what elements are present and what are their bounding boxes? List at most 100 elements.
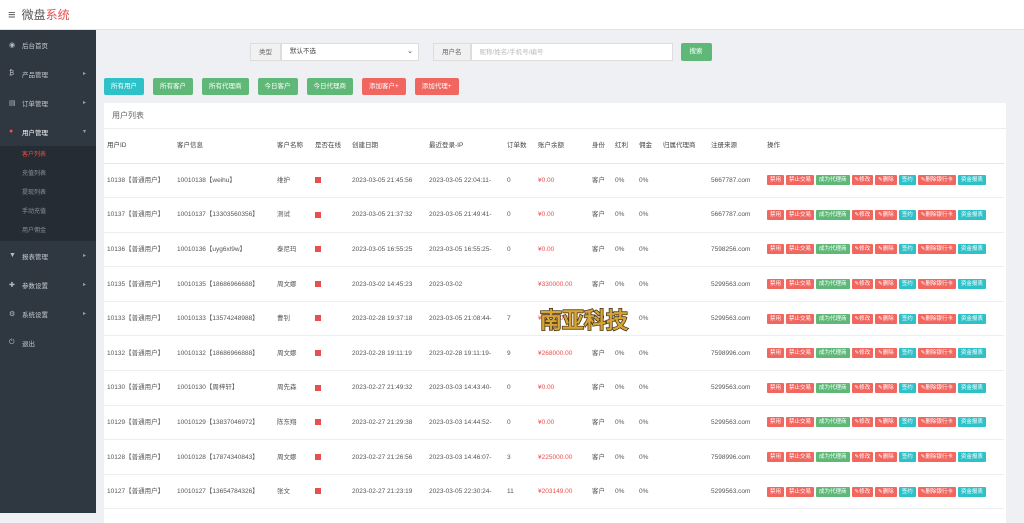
make-agent-button[interactable]: 成为代理商 bbox=[816, 175, 850, 186]
add-agent-button[interactable]: 添加代理+ bbox=[414, 78, 459, 95]
delete-button[interactable]: ✎删除 bbox=[875, 417, 897, 428]
sign-button[interactable]: 签约 bbox=[898, 279, 916, 290]
make-agent-button[interactable]: 成为代理商 bbox=[816, 382, 850, 393]
sidebar-item-users[interactable]: ● 用户管理 ▾ bbox=[0, 117, 96, 146]
filter-all-customers-button[interactable]: 所有客户 bbox=[153, 78, 193, 95]
make-agent-button[interactable]: 成为代理商 bbox=[816, 209, 850, 220]
sign-button[interactable]: 签约 bbox=[898, 348, 916, 359]
edit-button[interactable]: ✎修改 bbox=[851, 175, 874, 186]
make-agent-button[interactable]: 成为代理商 bbox=[816, 313, 850, 324]
disable-button[interactable]: 禁用 bbox=[767, 279, 785, 290]
fund-report-button[interactable]: 资金报表 bbox=[957, 209, 986, 220]
search-button[interactable]: 搜索 bbox=[680, 43, 712, 61]
disable-button[interactable]: 禁用 bbox=[767, 382, 785, 393]
edit-button[interactable]: ✎修改 bbox=[851, 209, 874, 220]
sign-button[interactable]: 签约 bbox=[898, 244, 916, 255]
forbid-trade-button[interactable]: 禁止交易 bbox=[786, 279, 815, 290]
fund-report-button[interactable]: 资金报表 bbox=[957, 313, 986, 324]
delete-button[interactable]: ✎删除 bbox=[875, 382, 897, 393]
make-agent-button[interactable]: 成为代理商 bbox=[816, 244, 850, 255]
add-customer-button[interactable]: 添加客户+ bbox=[362, 78, 406, 95]
sidebar-item-products[interactable]: ₿ 产品管理 ▸ bbox=[0, 59, 96, 88]
delete-bankcard-button[interactable]: ✎删除银行卡 bbox=[917, 244, 956, 255]
sign-button[interactable]: 签约 bbox=[898, 209, 916, 220]
forbid-trade-button[interactable]: 禁止交易 bbox=[786, 348, 815, 359]
delete-bankcard-button[interactable]: ✎删除银行卡 bbox=[917, 279, 956, 290]
delete-bankcard-button[interactable]: ✎删除银行卡 bbox=[917, 175, 956, 186]
edit-button[interactable]: ✎修改 bbox=[851, 348, 874, 359]
fund-report-button[interactable]: 资金报表 bbox=[957, 348, 986, 359]
delete-bankcard-button[interactable]: ✎删除银行卡 bbox=[917, 348, 956, 359]
delete-button[interactable]: ✎删除 bbox=[875, 209, 897, 220]
delete-bankcard-button[interactable]: ✎删除银行卡 bbox=[917, 417, 956, 428]
delete-button[interactable]: ✎删除 bbox=[875, 313, 897, 324]
fund-report-button[interactable]: 资金报表 bbox=[957, 486, 986, 497]
delete-button[interactable]: ✎删除 bbox=[875, 175, 897, 186]
filter-today-customers-button[interactable]: 今日客户 bbox=[257, 78, 298, 95]
delete-bankcard-button[interactable]: ✎删除银行卡 bbox=[917, 382, 956, 393]
delete-bankcard-button[interactable]: ✎删除银行卡 bbox=[917, 209, 956, 220]
sidebar-item-dashboard[interactable]: ◉ 后台首页 bbox=[0, 30, 96, 59]
edit-button[interactable]: ✎修改 bbox=[851, 417, 874, 428]
edit-button[interactable]: ✎修改 bbox=[851, 486, 874, 497]
forbid-trade-button[interactable]: 禁止交易 bbox=[786, 244, 815, 255]
edit-button[interactable]: ✎修改 bbox=[851, 244, 874, 255]
delete-button[interactable]: ✎删除 bbox=[875, 452, 897, 463]
delete-button[interactable]: ✎删除 bbox=[875, 244, 897, 255]
edit-button[interactable]: ✎修改 bbox=[851, 452, 874, 463]
hamburger-menu-icon[interactable]: ≡ bbox=[8, 7, 16, 22]
fund-report-button[interactable]: 资金报表 bbox=[957, 244, 986, 255]
disable-button[interactable]: 禁用 bbox=[767, 313, 785, 324]
filter-all-agents-button[interactable]: 所有代理商 bbox=[202, 78, 249, 95]
sidebar-item-orders[interactable]: ▤ 订单管理 ▸ bbox=[0, 88, 96, 117]
sign-button[interactable]: 签约 bbox=[898, 486, 916, 497]
make-agent-button[interactable]: 成为代理商 bbox=[816, 348, 850, 359]
forbid-trade-button[interactable]: 禁止交易 bbox=[786, 382, 815, 393]
submenu-item-customer-list[interactable]: 客户列表 bbox=[0, 146, 96, 165]
disable-button[interactable]: 禁用 bbox=[767, 209, 785, 220]
disable-button[interactable]: 禁用 bbox=[767, 175, 785, 186]
sign-button[interactable]: 签约 bbox=[898, 175, 916, 186]
delete-button[interactable]: ✎删除 bbox=[875, 279, 897, 290]
delete-bankcard-button[interactable]: ✎删除银行卡 bbox=[917, 486, 956, 497]
filter-today-agents-button[interactable]: 今日代理商 bbox=[306, 78, 353, 95]
fund-report-button[interactable]: 资金报表 bbox=[957, 382, 986, 393]
edit-button[interactable]: ✎修改 bbox=[851, 313, 874, 324]
submenu-item-recharge-list[interactable]: 充值列表 bbox=[0, 165, 96, 184]
submenu-item-user-commission[interactable]: 用户佣金 bbox=[0, 222, 96, 241]
sign-button[interactable]: 签约 bbox=[898, 452, 916, 463]
fund-report-button[interactable]: 资金报表 bbox=[957, 279, 986, 290]
sign-button[interactable]: 签约 bbox=[898, 382, 916, 393]
sidebar-item-params[interactable]: ✚ 参数设置 ▸ bbox=[0, 270, 96, 299]
fund-report-button[interactable]: 资金报表 bbox=[957, 175, 986, 186]
delete-bankcard-button[interactable]: ✎删除银行卡 bbox=[917, 452, 956, 463]
disable-button[interactable]: 禁用 bbox=[767, 417, 785, 428]
type-select[interactable]: 默认不选 ⌄ bbox=[281, 43, 419, 61]
disable-button[interactable]: 禁用 bbox=[767, 452, 785, 463]
sidebar-item-logout[interactable]: ⏻ 退出 bbox=[0, 328, 96, 357]
disable-button[interactable]: 禁用 bbox=[767, 244, 785, 255]
forbid-trade-button[interactable]: 禁止交易 bbox=[786, 452, 815, 463]
fund-report-button[interactable]: 资金报表 bbox=[957, 452, 986, 463]
make-agent-button[interactable]: 成为代理商 bbox=[816, 486, 850, 497]
forbid-trade-button[interactable]: 禁止交易 bbox=[786, 486, 815, 497]
edit-button[interactable]: ✎修改 bbox=[851, 279, 874, 290]
submenu-item-manual-recharge[interactable]: 手动充值 bbox=[0, 203, 96, 222]
disable-button[interactable]: 禁用 bbox=[767, 348, 785, 359]
delete-button[interactable]: ✎删除 bbox=[875, 348, 897, 359]
sidebar-item-system[interactable]: ⚙ 系统设置 ▸ bbox=[0, 299, 96, 328]
filter-all-users-button[interactable]: 所有用户 bbox=[104, 78, 144, 95]
search-input[interactable] bbox=[470, 43, 673, 61]
forbid-trade-button[interactable]: 禁止交易 bbox=[786, 417, 815, 428]
delete-bankcard-button[interactable]: ✎删除银行卡 bbox=[917, 313, 956, 324]
make-agent-button[interactable]: 成为代理商 bbox=[816, 279, 850, 290]
delete-button[interactable]: ✎删除 bbox=[875, 486, 897, 497]
forbid-trade-button[interactable]: 禁止交易 bbox=[786, 209, 815, 220]
forbid-trade-button[interactable]: 禁止交易 bbox=[786, 175, 815, 186]
make-agent-button[interactable]: 成为代理商 bbox=[816, 417, 850, 428]
disable-button[interactable]: 禁用 bbox=[767, 486, 785, 497]
sidebar-item-reports[interactable]: ▼ 报表管理 ▸ bbox=[0, 241, 96, 270]
sign-button[interactable]: 签约 bbox=[898, 417, 916, 428]
edit-button[interactable]: ✎修改 bbox=[851, 382, 874, 393]
make-agent-button[interactable]: 成为代理商 bbox=[816, 452, 850, 463]
